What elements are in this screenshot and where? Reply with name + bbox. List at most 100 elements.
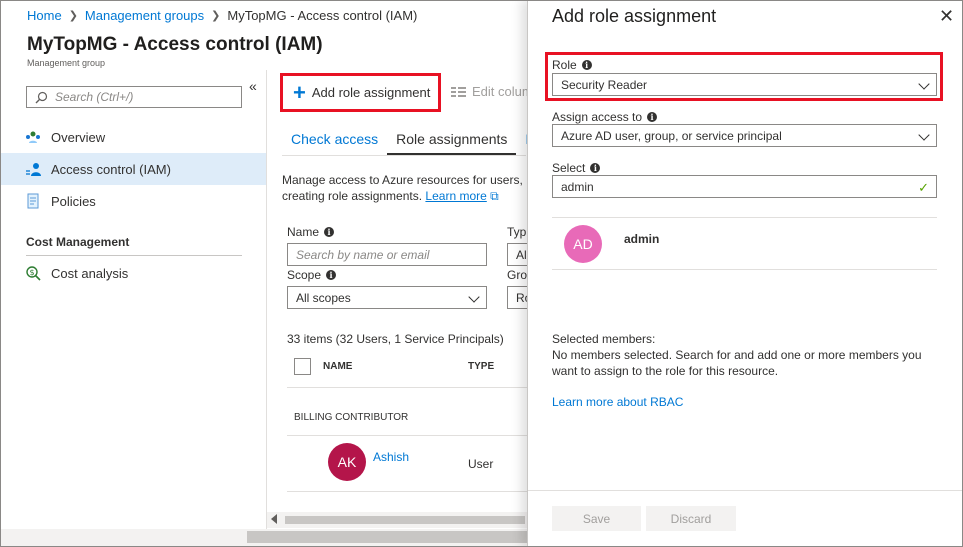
name-label: Name i [287, 225, 335, 239]
svg-text:$: $ [30, 268, 35, 277]
checkmark-icon: ✓ [918, 180, 929, 195]
role-dropdown[interactable]: Security Reader [552, 73, 937, 96]
scroll-left-icon[interactable] [271, 514, 277, 524]
description-line-1: Manage access to Azure resources for use… [282, 173, 526, 187]
description: Manage access to Azure resources for use… [282, 172, 526, 204]
page-subtitle: Management group [27, 58, 106, 68]
user-type: User [468, 457, 494, 471]
name-label-text: Name [287, 225, 320, 239]
learn-more-link[interactable]: Learn more [425, 189, 486, 203]
search-placeholder: Search (Ctrl+/) [55, 90, 134, 104]
avatar: AK [328, 443, 366, 481]
role-label-text: Role [552, 58, 577, 72]
tab-check-access[interactable]: Check access [282, 128, 387, 155]
breadcrumb: Home ❯ Management groups ❯ MyTopMG - Acc… [27, 8, 417, 23]
select-member-input[interactable]: admin ✓ [552, 175, 937, 198]
chevron-down-icon [918, 78, 930, 90]
assign-access-label: Assign access to i [552, 110, 658, 124]
chevron-down-icon [918, 129, 930, 141]
overview-icon [26, 131, 40, 143]
collapse-sidebar-button[interactable]: « [249, 78, 257, 94]
panel-footer-divider [528, 490, 962, 491]
sidebar-item-label: Policies [51, 193, 96, 209]
breadcrumb-home[interactable]: Home [27, 8, 62, 23]
name-search-input[interactable]: Search by name or email [287, 243, 487, 266]
group-value: Ro [516, 290, 527, 305]
tabs-divider [282, 155, 526, 156]
description-line-2: creating role assignments. [282, 189, 423, 203]
save-button[interactable]: Save [552, 506, 641, 531]
assign-access-dropdown[interactable]: Azure AD user, group, or service princip… [552, 124, 937, 147]
select-label: Select i [552, 161, 601, 175]
role-label: Role i [552, 58, 592, 72]
add-role-label: Add role assignment [311, 85, 431, 100]
assign-access-label-text: Assign access to [552, 110, 643, 124]
section-cost-management: Cost Management [26, 235, 130, 249]
breadcrumb-current: MyTopMG - Access control (IAM) [227, 8, 418, 23]
search-icon [35, 91, 48, 103]
sidebar-search-input[interactable]: Search (Ctrl+/) [26, 86, 242, 108]
scope-label-text: Scope [287, 268, 322, 282]
selected-members-text-1: No members selected. Search for and add … [552, 348, 922, 362]
horizontal-scroll-thumb[interactable] [285, 516, 525, 524]
edit-columns-label: Edit colum [472, 84, 533, 99]
iam-icon [26, 163, 41, 176]
plus-icon: + [293, 79, 306, 105]
type-dropdown[interactable]: Al [507, 243, 527, 266]
column-header-name[interactable]: NAME [323, 361, 352, 372]
group-dropdown[interactable]: Ro [507, 286, 527, 309]
scope-dropdown[interactable]: All scopes [287, 286, 487, 309]
result-divider-bottom [552, 269, 937, 270]
select-all-checkbox[interactable] [294, 358, 311, 375]
name-search-placeholder: Search by name or email [296, 247, 430, 262]
policies-icon [27, 193, 39, 209]
info-icon: i [326, 270, 337, 280]
edit-columns-button[interactable]: Edit colum [451, 84, 533, 99]
tab-role-assignments[interactable]: Role assignments [387, 128, 517, 155]
info-icon: i [581, 60, 592, 70]
breadcrumb-management-groups[interactable]: Management groups [85, 8, 204, 23]
scope-value: All scopes [296, 290, 351, 305]
sidebar-item-label: Overview [51, 129, 106, 145]
member-search-result[interactable]: AD admin [552, 218, 937, 269]
chevron-right-icon: ❯ [68, 10, 78, 22]
discard-button[interactable]: Discard [646, 506, 736, 531]
table-row[interactable]: AK Ashish User [287, 436, 527, 491]
info-icon: i [324, 227, 335, 237]
type-label: Typ [507, 225, 527, 239]
user-name-link[interactable]: Ashish [373, 450, 409, 464]
columns-icon [451, 86, 466, 97]
sidebar-item-cost-analysis[interactable]: $ Cost analysis [0, 257, 266, 289]
selected-members-text-2: want to assign to the role for this reso… [552, 364, 779, 378]
learn-more-rbac-link[interactable]: Learn more about RBAC [552, 394, 683, 410]
selected-members-label: Selected members: [552, 332, 656, 346]
result-name: admin [624, 232, 660, 246]
tab-bar: Check access Role assignments D [282, 128, 545, 155]
header-divider [287, 387, 527, 388]
add-role-assignment-button[interactable]: + Add role assignment [280, 73, 441, 112]
chevron-down-icon [468, 291, 480, 303]
info-icon: i [590, 163, 601, 173]
group-header: BILLING CONTRIBUTOR [294, 412, 409, 423]
sidebar-item-label: Cost analysis [51, 265, 129, 281]
sidebar-item-access-control[interactable]: Access control (IAM) [0, 153, 266, 185]
assign-access-value: Azure AD user, group, or service princip… [561, 128, 782, 143]
scope-label: Scope i [287, 268, 337, 282]
select-label-text: Select [552, 161, 586, 175]
sidebar-item-label: Access control (IAM) [51, 161, 171, 177]
external-link-icon: ⧉ [490, 189, 499, 203]
info-icon: i [647, 112, 658, 122]
sidebar-item-overview[interactable]: Overview [0, 121, 266, 153]
close-icon[interactable]: ✕ [939, 6, 954, 27]
select-member-value: admin [561, 179, 594, 194]
sidebar-border [266, 70, 267, 530]
role-value: Security Reader [561, 77, 648, 92]
chevron-right-icon: ❯ [211, 10, 221, 22]
column-header-type[interactable]: TYPE [468, 361, 494, 372]
sidebar-item-policies[interactable]: Policies [0, 185, 266, 217]
items-count: 33 items (32 Users, 1 Service Principals… [287, 332, 504, 346]
group-label: Gro [507, 268, 528, 282]
page-scroll-thumb[interactable] [247, 531, 527, 543]
sidebar-divider [26, 255, 242, 256]
selected-members-section: Selected members: No members selected. S… [552, 331, 922, 379]
